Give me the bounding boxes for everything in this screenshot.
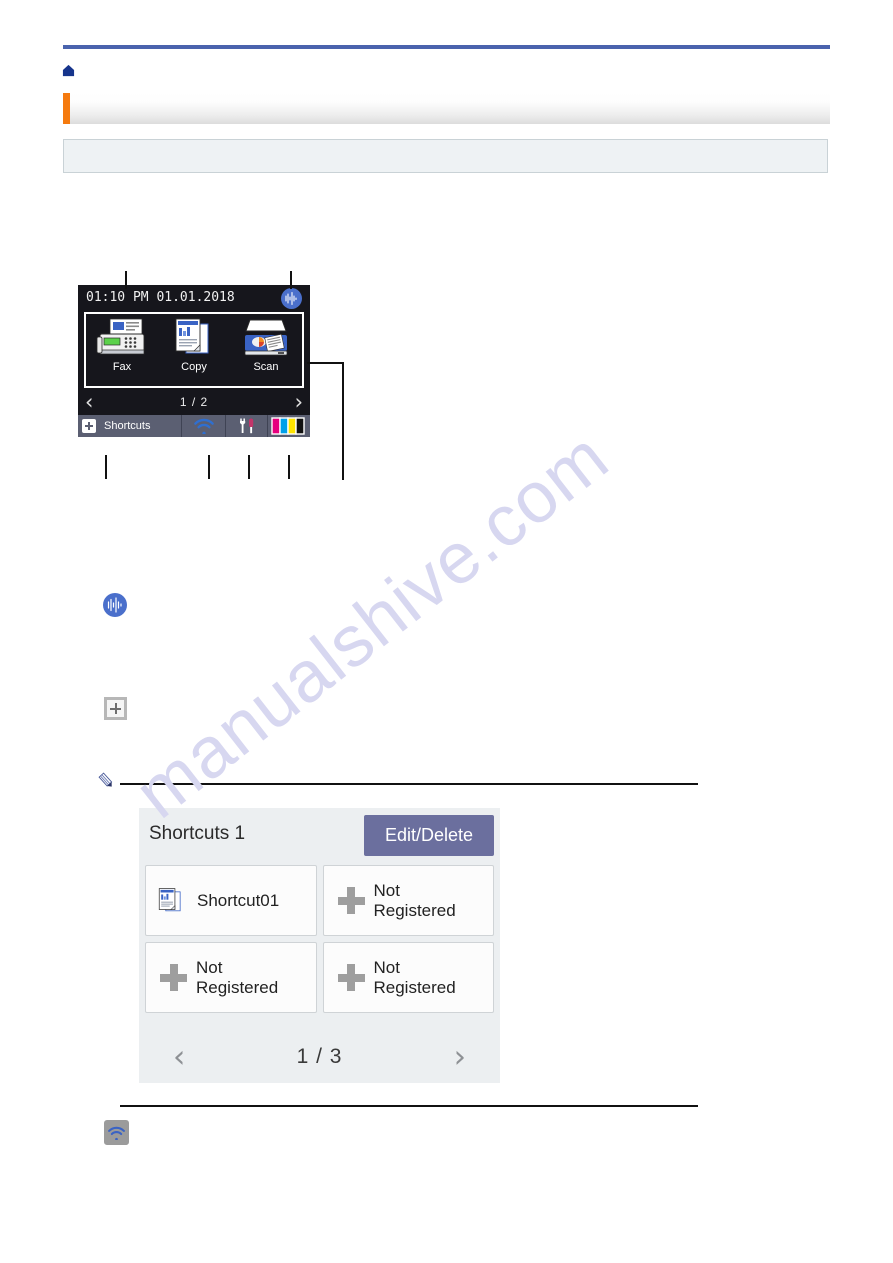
plus-icon (82, 419, 96, 433)
plus-icon (337, 964, 365, 991)
shortcut-tile-empty[interactable]: Not Registered (322, 865, 494, 936)
scanner-icon (240, 317, 292, 359)
shortcut-tile-empty[interactable]: Not Registered (322, 942, 494, 1013)
shortcut-tile-label: Shortcut01 (197, 890, 280, 910)
leader-line-ink (288, 455, 290, 479)
lcd-datetime: 01:10 PM 01.01.2018 (86, 290, 235, 305)
wifi-icon (193, 418, 214, 434)
shortcuts-page-indicator: 1 / 3 (296, 1045, 343, 1068)
title-accent-bar (63, 93, 70, 124)
settings-wrench-icon (239, 418, 253, 434)
inline-toner-status-icon[interactable] (103, 593, 127, 617)
leader-line-toner (290, 271, 292, 289)
lcd-app-scan[interactable]: Scan (230, 314, 302, 386)
shortcut-tile-label: Not Registered (373, 957, 456, 997)
leader-line-settings (248, 455, 250, 479)
plus-icon (337, 887, 365, 914)
plus-icon (107, 700, 124, 717)
toner-waveform-glyph (285, 291, 297, 306)
lcd-prev-page-chevron[interactable]: ‹ (85, 391, 93, 413)
edit-delete-button[interactable]: Edit/Delete (364, 815, 494, 856)
shortcuts-prev-page-chevron[interactable]: ‹ (173, 1041, 185, 1073)
lcd-next-page-chevron[interactable]: › (295, 391, 303, 413)
lcd-status-bar: 01:10 PM 01.01.2018 (78, 285, 310, 313)
shortcuts-tile-grid: Shortcut01 Not Registered Not Registered… (145, 865, 494, 1013)
page-title-bar (63, 93, 830, 124)
copy-documents-icon (168, 317, 220, 359)
lcd-bottom-toolbar: Shortcuts (78, 415, 310, 437)
lcd-app-grid: Fax Copy Scan (84, 312, 304, 388)
breadcrumb (62, 64, 832, 82)
note-divider-bottom (120, 1105, 698, 1107)
lcd-app-fax[interactable]: Fax (86, 314, 158, 386)
lcd-shortcuts-button[interactable]: Shortcuts (78, 415, 183, 437)
shortcut-tile-registered[interactable]: Shortcut01 (145, 865, 317, 936)
watermark-text: manualshive.com (120, 416, 624, 834)
lcd-pagination: ‹ 1 / 2 › (78, 389, 310, 415)
home-icon[interactable] (62, 64, 75, 77)
shortcut-tile-label: Not Registered (196, 957, 279, 997)
note-divider-top (120, 783, 698, 785)
plus-icon (160, 964, 187, 991)
ink-level-icon (271, 417, 305, 435)
lcd-screen: 01:10 PM 01.01.2018 Fax Copy Scan ‹ 1 / … (78, 285, 310, 437)
toner-status-icon[interactable] (281, 288, 302, 309)
leader-line-time (125, 271, 127, 289)
lcd-ink-level-button[interactable] (268, 415, 310, 437)
shortcuts-next-page-chevron[interactable]: › (454, 1041, 466, 1073)
info-callout-box (63, 139, 828, 173)
inline-add-shortcut-icon[interactable] (104, 697, 127, 720)
shortcut-tile-label: Not Registered (373, 880, 456, 920)
pencil-note-icon (98, 772, 113, 787)
lcd-app-label-copy: Copy (181, 361, 207, 373)
shortcuts-pagination: ‹ 1 / 3 › (139, 1035, 500, 1079)
lcd-shortcuts-label: Shortcuts (104, 420, 151, 432)
leader-line-wifi (208, 455, 210, 479)
header-divider-rule (63, 45, 830, 49)
shortcuts-header: Shortcuts 1 Edit/Delete (139, 808, 500, 864)
leader-line-apps-vertical (342, 362, 344, 480)
lcd-wifi-button[interactable] (182, 415, 227, 437)
shortcuts-title: Shortcuts 1 (149, 823, 246, 844)
fax-machine-icon (96, 317, 148, 359)
toner-waveform-glyph (107, 597, 122, 613)
copy-documents-icon (158, 887, 181, 911)
lcd-page-indicator: 1 / 2 (179, 395, 209, 409)
wifi-icon (108, 1126, 125, 1140)
lcd-touchscreen-diagram: 01:10 PM 01.01.2018 Fax Copy Scan ‹ 1 / … (78, 285, 310, 463)
lcd-settings-button[interactable] (226, 415, 269, 437)
lcd-app-label-fax: Fax (112, 361, 132, 373)
shortcuts-screen-diagram: Shortcuts 1 Edit/Delete Shortcut01 Not R… (139, 808, 500, 1083)
leader-line-shortcuts (105, 455, 107, 479)
lcd-app-label-scan: Scan (253, 361, 279, 373)
lcd-app-copy[interactable]: Copy (158, 314, 230, 386)
leader-line-apps-horizontal (307, 362, 343, 364)
shortcut-tile-empty[interactable]: Not Registered (145, 942, 317, 1013)
inline-wifi-icon[interactable] (104, 1120, 129, 1145)
